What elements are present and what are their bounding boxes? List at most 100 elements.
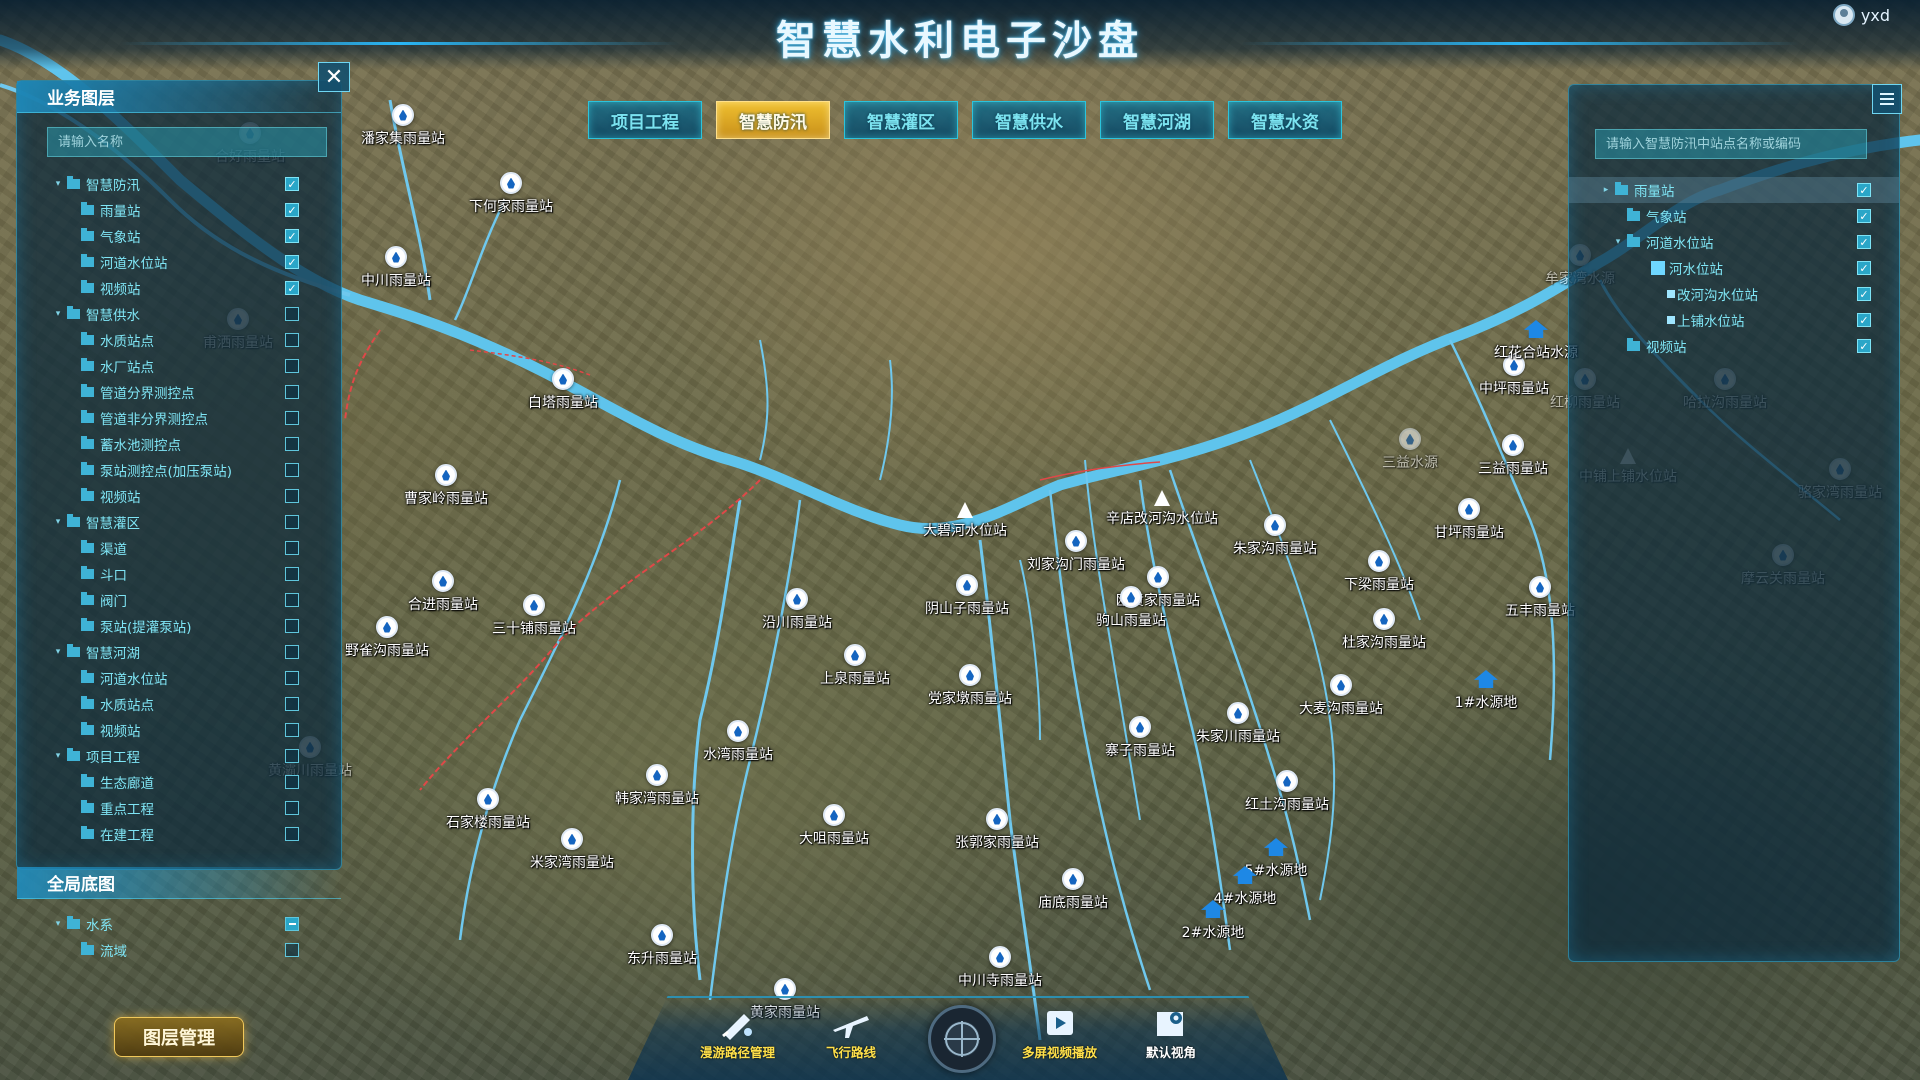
tree-item[interactable]: ▾ 河道水位站 ✓: [1569, 229, 1899, 255]
tree-item[interactable]: 管道非分界测控点: [17, 405, 341, 431]
station-marker[interactable]: 刘家沟门雨量站: [1027, 530, 1125, 574]
expand-arrow-icon[interactable]: ▾: [53, 179, 63, 189]
tree-item[interactable]: 雨量站 ✓: [17, 197, 341, 223]
tree-item[interactable]: 视频站 ✓: [17, 275, 341, 301]
layer-checkbox[interactable]: ✓: [285, 229, 299, 243]
layer-checkbox[interactable]: [285, 749, 299, 763]
tree-item[interactable]: 在建工程: [17, 821, 341, 847]
tree-group[interactable]: ▾ 项目工程: [17, 743, 341, 769]
layer-checkbox[interactable]: [285, 411, 299, 425]
station-marker[interactable]: 朱家川雨量站: [1196, 702, 1280, 746]
tab-project[interactable]: 项目工程: [588, 101, 702, 139]
tree-item[interactable]: 河道水位站: [17, 665, 341, 691]
station-marker[interactable]: 合进雨量站: [408, 570, 478, 614]
expand-arrow-icon[interactable]: ▾: [53, 919, 63, 929]
layer-checkbox[interactable]: ✓: [285, 255, 299, 269]
station-marker[interactable]: 杜家沟雨量站: [1342, 608, 1426, 652]
tree-group[interactable]: ▾ 智慧防汛 ✓: [17, 171, 341, 197]
layer-checkbox[interactable]: ✓: [1857, 209, 1871, 223]
station-marker[interactable]: 三十铺雨量站: [492, 594, 576, 638]
user-menu[interactable]: yxd: [1832, 4, 1890, 26]
tree-item[interactable]: 水质站点: [17, 327, 341, 353]
tree-item[interactable]: 斗口: [17, 561, 341, 587]
tree-item[interactable]: 视频站 ✓: [1569, 333, 1899, 359]
layer-checkbox[interactable]: [285, 943, 299, 957]
station-marker[interactable]: 阴山子雨量站: [925, 574, 1009, 618]
tree-item[interactable]: 水厂站点: [17, 353, 341, 379]
station-marker[interactable]: 沿川雨量站: [762, 588, 832, 632]
menu-icon[interactable]: [1872, 84, 1902, 114]
station-marker[interactable]: 党家墩雨量站: [928, 664, 1012, 708]
expand-arrow-icon[interactable]: ▾: [1613, 237, 1623, 247]
expand-arrow-icon[interactable]: ▾: [53, 647, 63, 657]
layer-checkbox[interactable]: [285, 827, 299, 841]
tab-rivers-lakes[interactable]: 智慧河湖: [1100, 101, 1214, 139]
station-marker[interactable]: 大碧河水位站: [923, 502, 1007, 540]
tool-flight-route[interactable]: 飞行路线: [826, 1006, 876, 1061]
station-marker[interactable]: 三益水源: [1382, 428, 1438, 472]
station-marker[interactable]: 红土沟雨量站: [1245, 770, 1329, 814]
layer-checkbox[interactable]: [285, 515, 299, 529]
layer-checkbox[interactable]: [285, 697, 299, 711]
layer-checkbox[interactable]: [285, 541, 299, 555]
layer-checkbox[interactable]: ✓: [1857, 235, 1871, 249]
tree-item[interactable]: 气象站 ✓: [17, 223, 341, 249]
layer-checkbox[interactable]: ✓: [1857, 261, 1871, 275]
tree-item[interactable]: 流域: [17, 937, 341, 963]
station-marker[interactable]: 上泉雨量站: [820, 644, 890, 688]
station-marker[interactable]: 下何家雨量站: [469, 172, 553, 216]
station-search-input[interactable]: [1596, 130, 1866, 158]
tree-item[interactable]: 生态廊道: [17, 769, 341, 795]
tree-item[interactable]: 泵站(提灌泵站): [17, 613, 341, 639]
layer-checkbox[interactable]: ✓: [1857, 339, 1871, 353]
layer-checkbox[interactable]: [285, 567, 299, 581]
layer-checkbox[interactable]: [285, 619, 299, 633]
station-marker[interactable]: 大麦沟雨量站: [1299, 674, 1383, 718]
station-marker[interactable]: 白塔雨量站: [528, 368, 598, 412]
tab-water-supply[interactable]: 智慧供水: [972, 101, 1086, 139]
layer-checkbox[interactable]: ✓: [285, 281, 299, 295]
station-marker[interactable]: 2#水源地: [1182, 898, 1245, 942]
station-marker[interactable]: 中川寺雨量站: [958, 946, 1042, 990]
layer-checkbox[interactable]: ✓: [285, 203, 299, 217]
station-marker[interactable]: 五丰雨量站: [1505, 576, 1575, 620]
tree-group[interactable]: ▾ 智慧供水: [17, 301, 341, 327]
expand-arrow-icon[interactable]: ▾: [53, 751, 63, 761]
tree-item[interactable]: 改河沟水位站 ✓: [1569, 281, 1899, 307]
tree-group[interactable]: ▾ 智慧灌区: [17, 509, 341, 535]
station-marker[interactable]: 下梁雨量站: [1344, 550, 1414, 594]
layer-checkbox[interactable]: [285, 359, 299, 373]
tree-group[interactable]: ▸ 雨量站 ✓: [1569, 177, 1899, 203]
tree-item[interactable]: 气象站 ✓: [1569, 203, 1899, 229]
tool-default-view[interactable]: 默认视角: [1146, 1006, 1196, 1061]
layer-checkbox[interactable]: [285, 801, 299, 815]
layer-search-input[interactable]: [48, 128, 326, 156]
layer-checkbox[interactable]: [285, 463, 299, 477]
expand-arrow-icon[interactable]: ▾: [53, 517, 63, 527]
layer-checkbox[interactable]: [285, 307, 299, 321]
layer-checkbox[interactable]: [285, 333, 299, 347]
layer-checkbox[interactable]: [285, 437, 299, 451]
tree-item[interactable]: 上铺水位站 ✓: [1569, 307, 1899, 333]
station-marker[interactable]: 东升雨量站: [627, 924, 697, 968]
station-marker[interactable]: 辛店改河沟水位站: [1106, 490, 1218, 528]
tree-item[interactable]: 水质站点: [17, 691, 341, 717]
station-marker[interactable]: 米家湾雨量站: [530, 828, 614, 872]
station-marker[interactable]: 红花合站水源: [1494, 318, 1578, 362]
tree-item[interactable]: 阀门: [17, 587, 341, 613]
tab-water-resources[interactable]: 智慧水资: [1228, 101, 1342, 139]
station-marker[interactable]: 曹家岭雨量站: [404, 464, 488, 508]
layer-checkbox[interactable]: ✓: [285, 177, 299, 191]
tree-item[interactable]: 河道水位站 ✓: [17, 249, 341, 275]
station-marker[interactable]: 张郭家雨量站: [955, 808, 1039, 852]
layer-checkbox[interactable]: [285, 671, 299, 685]
station-marker[interactable]: 朱家沟雨量站: [1233, 514, 1317, 558]
station-marker[interactable]: 寨子雨量站: [1105, 716, 1175, 760]
layer-checkbox[interactable]: [285, 917, 299, 931]
layer-checkbox[interactable]: [285, 723, 299, 737]
expand-arrow-icon[interactable]: ▾: [53, 309, 63, 319]
tree-item[interactable]: 重点工程: [17, 795, 341, 821]
tab-irrigation[interactable]: 智慧灌区: [844, 101, 958, 139]
expand-arrow-icon[interactable]: ▸: [1601, 185, 1611, 195]
tree-item[interactable]: 蓄水池测控点: [17, 431, 341, 457]
